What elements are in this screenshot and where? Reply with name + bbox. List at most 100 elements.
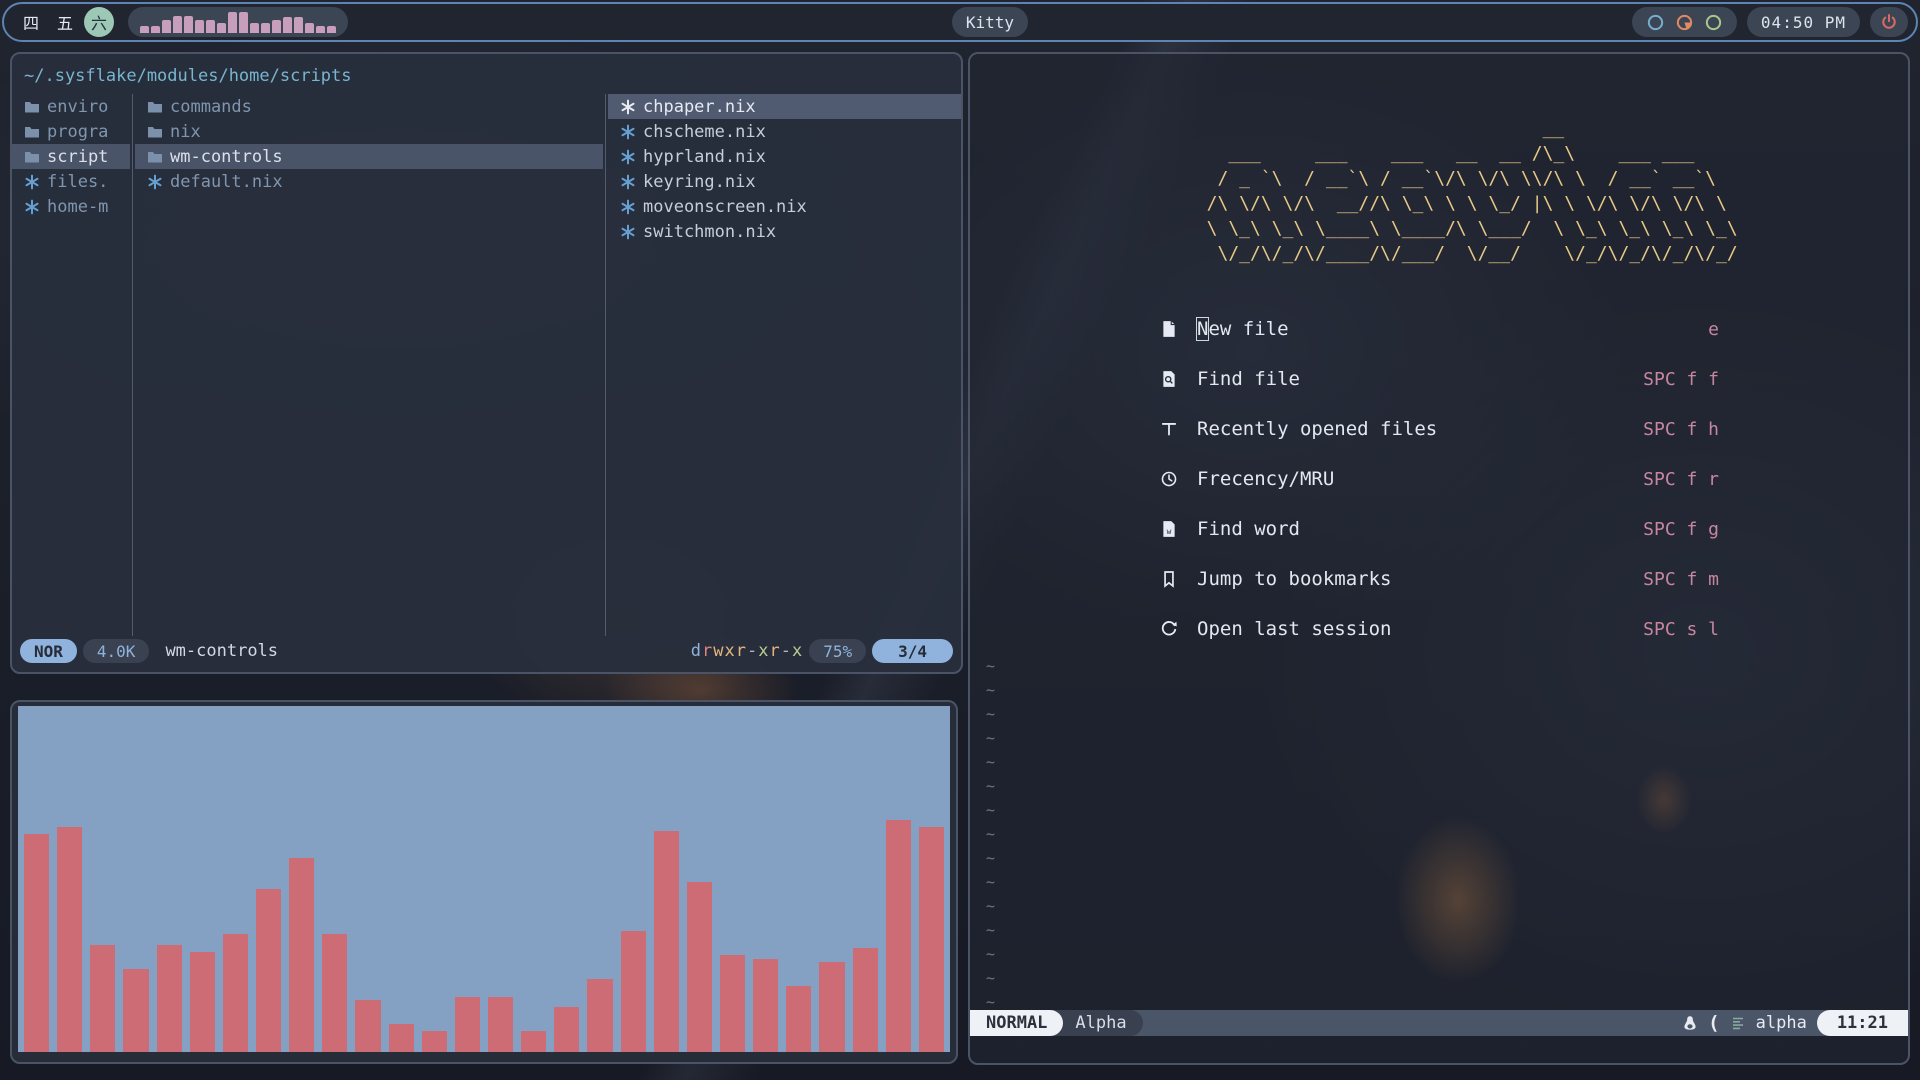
audio-bar <box>786 986 811 1052</box>
visualizer-bar <box>151 26 160 33</box>
audio-bar <box>654 831 679 1052</box>
audio-bar <box>919 827 944 1052</box>
file-manager-window[interactable]: ~/.sysflake/modules/home/scripts envirop… <box>10 52 963 674</box>
audio-bar <box>355 1000 380 1052</box>
audio-bar <box>223 934 248 1052</box>
audio-bar <box>256 889 281 1052</box>
audio-bar <box>886 820 911 1052</box>
menu-item-shortcut: SPC f r <box>1643 469 1719 490</box>
workspace-item[interactable]: 四 <box>16 7 46 37</box>
file-row[interactable]: default.nix <box>135 169 603 194</box>
nix-snowflake-icon <box>620 99 636 115</box>
visualizer-bar <box>250 23 259 33</box>
file-row[interactable]: moveonscreen.nix <box>608 194 961 219</box>
system-gauges[interactable] <box>1632 7 1737 37</box>
power-icon <box>1880 13 1898 31</box>
dashboard-menu-item[interactable]: Open last sessionSPC s l <box>1159 604 1719 654</box>
focused-window-title: Kitty <box>952 7 1028 37</box>
file-row[interactable]: progra <box>12 119 130 144</box>
dashboard-menu-item[interactable]: wFind wordSPC f g <box>1159 504 1719 554</box>
visualizer-bar <box>261 23 270 33</box>
workspace-switcher[interactable]: 四五六 <box>12 7 118 37</box>
file-name-label: script <box>47 147 108 167</box>
visualizer-bar <box>327 26 336 33</box>
menu-item-shortcut: SPC f f <box>1643 369 1719 390</box>
tilde-marker: ~ <box>986 654 995 678</box>
audio-bar <box>389 1024 414 1052</box>
file-row[interactable]: keyring.nix <box>608 169 961 194</box>
permissions-string: drwxr-xr-x <box>691 641 804 661</box>
file-row[interactable]: hyprland.nix <box>608 144 961 169</box>
visualizer-bar <box>217 23 226 33</box>
gauge-orange <box>1675 13 1694 32</box>
menu-item-shortcut: SPC f m <box>1643 569 1719 590</box>
workspace-item[interactable]: 五 <box>50 7 80 37</box>
audio-bar <box>621 931 646 1052</box>
audio-bar <box>289 858 314 1052</box>
file-row[interactable]: switchmon.nix <box>608 219 961 244</box>
svg-text:w: w <box>1167 527 1172 536</box>
buffer-name-badge: Alpha <box>1055 1010 1142 1036</box>
dashboard-menu-item[interactable]: New filee <box>1159 304 1719 354</box>
tilde-marker: ~ <box>986 726 995 750</box>
tilde-marker: ~ <box>986 750 995 774</box>
nix-snowflake-icon <box>620 149 636 165</box>
file-row[interactable]: script <box>12 144 130 169</box>
breadcrumb-path: ~/.sysflake/modules/home/scripts <box>12 54 961 92</box>
dashboard-menu-item[interactable]: Find fileSPC f f <box>1159 354 1719 404</box>
tilde-marker: ~ <box>986 870 995 894</box>
history-icon <box>1159 469 1179 489</box>
visualizer-bar <box>140 26 149 33</box>
power-button[interactable] <box>1870 7 1908 37</box>
visualizer-bar <box>239 12 248 33</box>
mode-badge: NOR <box>20 639 77 663</box>
file-row[interactable]: chpaper.nix <box>608 94 961 119</box>
file-row[interactable]: chscheme.nix <box>608 119 961 144</box>
topbar: 四五六 Kitty 04:50 PM <box>2 2 1918 42</box>
visualizer-bar <box>228 12 237 33</box>
audio-bar <box>157 945 182 1052</box>
folder-icon <box>147 99 163 115</box>
dashboard-menu: New fileeFind fileSPC f fRecently opened… <box>1159 304 1719 654</box>
dashboard-menu-item[interactable]: Frecency/MRUSPC f r <box>1159 454 1719 504</box>
file-row[interactable]: nix <box>135 119 603 144</box>
separator-glyph: ( <box>1708 1012 1719 1034</box>
audio-bar <box>322 934 347 1052</box>
permission-char: d <box>691 641 702 661</box>
find-file-icon <box>1159 369 1179 389</box>
visualizer-bar <box>283 17 292 33</box>
visualizer-bar <box>316 26 325 33</box>
visualizer-bar <box>206 20 215 33</box>
file-name-label: hyprland.nix <box>643 147 766 167</box>
file-row[interactable]: home-m <box>12 194 130 219</box>
window-title-label: Kitty <box>966 13 1014 32</box>
file-name-label: wm-controls <box>170 147 283 167</box>
column-divider <box>132 94 133 636</box>
folder-icon <box>24 124 40 140</box>
workspace-item[interactable]: 六 <box>84 7 114 37</box>
audio-bar <box>521 1031 546 1052</box>
neovim-window[interactable]: __ ___ ___ ___ __ __ /\_\ ___ ___ / _ `\… <box>968 52 1910 1065</box>
permission-char: x <box>724 641 735 661</box>
file-row[interactable]: enviro <box>12 94 130 119</box>
audio-bar <box>587 979 612 1052</box>
dashboard-menu-item[interactable]: Jump to bookmarksSPC f m <box>1159 554 1719 604</box>
filetype-label: alpha <box>1756 1013 1807 1033</box>
topbar-audio-visualizer <box>128 7 348 37</box>
audio-visualizer-window[interactable] <box>10 700 958 1064</box>
nix-snowflake-icon <box>620 124 636 140</box>
dashboard-menu-item[interactable]: Recently opened filesSPC f h <box>1159 404 1719 454</box>
tilde-marker: ~ <box>986 942 995 966</box>
permission-char: - <box>781 641 792 661</box>
file-row[interactable]: wm-controls <box>135 144 603 169</box>
nix-snowflake-icon <box>620 224 636 240</box>
file-name-label: chscheme.nix <box>643 122 766 142</box>
folder-icon <box>24 149 40 165</box>
file-row[interactable]: files. <box>12 169 130 194</box>
tilde-marker: ~ <box>986 678 995 702</box>
menu-item-label: Find word <box>1197 518 1625 540</box>
permission-char: r <box>769 641 780 661</box>
selected-file-name: wm-controls <box>165 641 278 661</box>
folder-icon <box>24 99 40 115</box>
file-row[interactable]: commands <box>135 94 603 119</box>
